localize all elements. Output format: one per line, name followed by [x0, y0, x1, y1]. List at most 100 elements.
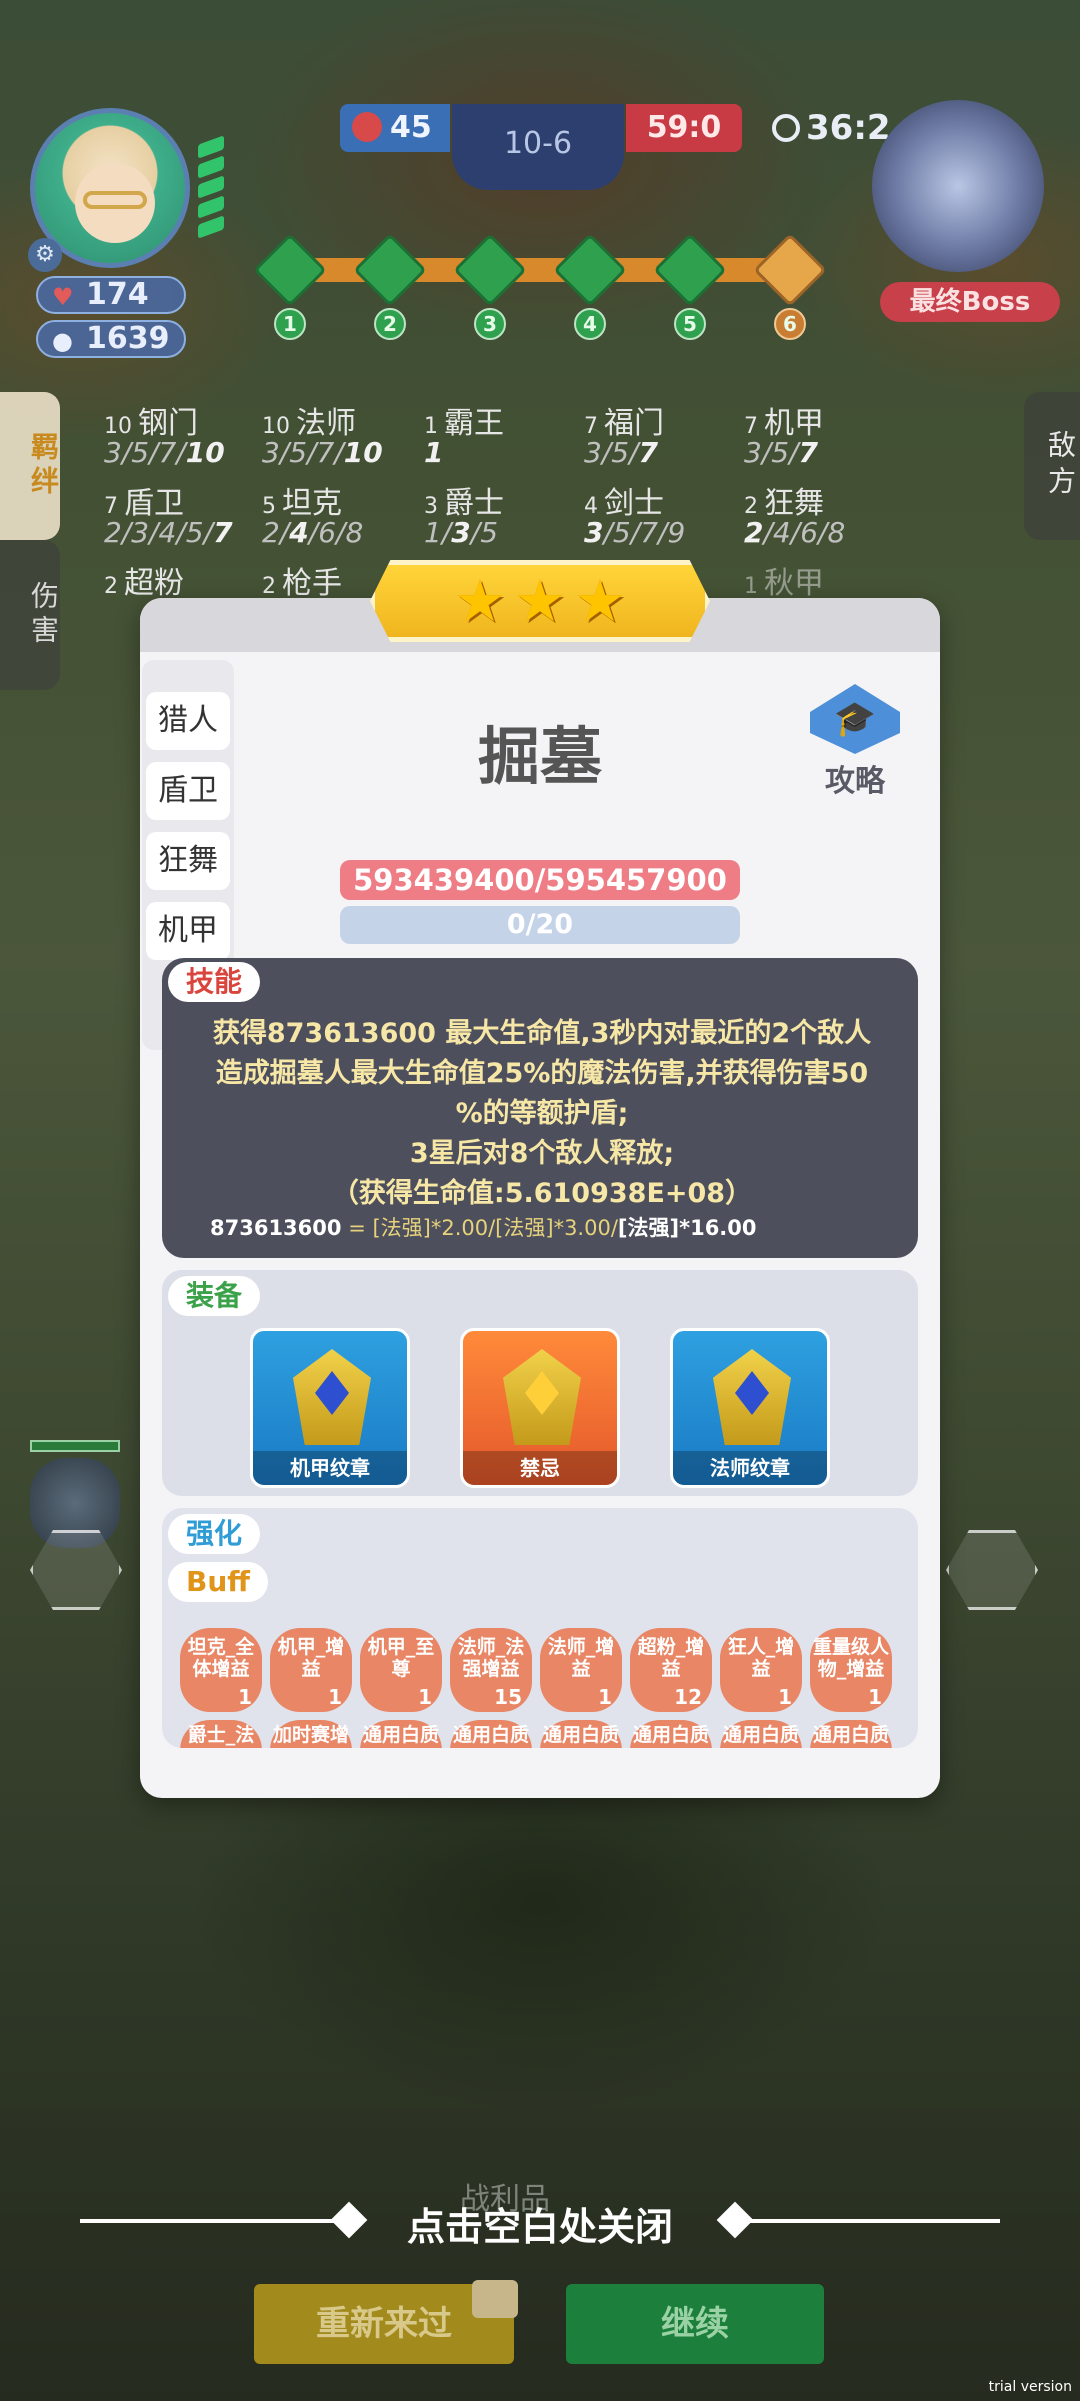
equipment-slot[interactable]: 禁忌: [460, 1328, 620, 1488]
class-tab-dancer[interactable]: 狂舞: [146, 832, 230, 890]
equipment-section-label: 装备: [168, 1276, 261, 1316]
unit-hp-bar: [30, 1440, 120, 1452]
guide-button[interactable]: 🎓 攻略: [800, 684, 910, 799]
stage-number: 5: [674, 308, 706, 340]
synergy-item[interactable]: 2 超粉: [104, 558, 184, 602]
synergy-item[interactable]: 7 盾卫 2/3/4/5/7: [104, 478, 233, 549]
heart-icon: ♥: [52, 283, 74, 311]
buff-chip[interactable]: 法师_增益 1: [540, 1628, 622, 1712]
synergy-item[interactable]: 1 秋甲: [744, 558, 824, 602]
class-tab-guard[interactable]: 盾卫: [146, 762, 230, 820]
hero-name: 掘墓: [477, 720, 602, 793]
skill-line: 获得873613600 最大生命值,3秒内对最近的2个敌人: [212, 1018, 872, 1049]
buff-chip[interactable]: 加时赛增: [270, 1720, 352, 1748]
emblem-icon: [293, 1349, 371, 1445]
stage-number: 2: [374, 308, 406, 340]
watermark: trial version: [988, 2379, 1072, 2395]
enhance-section-label: 强化: [168, 1514, 261, 1554]
hero-hp-bar: 593439400/595457900: [340, 860, 740, 900]
boss-avatar[interactable]: [872, 100, 1044, 272]
buff-chip[interactable]: 通用白质: [450, 1720, 532, 1748]
class-tab-hunter[interactable]: 猎人: [146, 692, 230, 750]
synergy-item[interactable]: 1 霸王 1: [424, 398, 504, 469]
red-score-value: 45: [390, 110, 432, 145]
skill-line: 造成掘墓人最大生命值25%的魔法伤害,并获得伤害50: [215, 1058, 869, 1089]
synergy-item[interactable]: 3 爵士 1/3/5: [424, 478, 504, 549]
class-tab-mech[interactable]: 机甲: [146, 902, 230, 960]
close-hint[interactable]: 点击空白处关闭: [0, 2196, 1080, 2251]
equipment-panel: 装备 机甲纹章 禁忌 法师纹章: [162, 1270, 918, 1496]
star-rating-banner: ★ ★ ★: [370, 560, 710, 642]
red-score: 45: [340, 104, 450, 152]
player-hp-pill: ♥ 174: [36, 276, 186, 314]
buff-chip[interactable]: 爵士_法: [180, 1720, 262, 1748]
buff-chip[interactable]: 狂人_增益 1: [720, 1628, 802, 1712]
stage-number: 1: [274, 308, 306, 340]
star-icon: ★: [514, 567, 566, 635]
buff-chip[interactable]: 通用白质: [630, 1720, 712, 1748]
continue-button[interactable]: 继续: [566, 2284, 824, 2364]
timer-value: 36:2: [806, 108, 891, 148]
skill-line: （获得生命值:5.610938E+08）: [331, 1178, 753, 1209]
avatar-glasses: [83, 191, 147, 209]
shield-icon: [352, 112, 382, 142]
coin-icon: ●: [52, 327, 73, 355]
synergy-item[interactable]: 5 坦克 2/4/6/8: [262, 478, 363, 549]
match-timer: 36:2: [772, 108, 891, 148]
blue-score: 59:0: [626, 104, 742, 152]
skill-line: %的等额护盾;: [455, 1098, 629, 1129]
equipment-slot[interactable]: 机甲纹章: [250, 1328, 410, 1488]
buff-chip[interactable]: 通用白质: [360, 1720, 442, 1748]
retry-label: 重新来过: [316, 2304, 452, 2344]
crystal-icon: [503, 1349, 581, 1445]
enhance-panel[interactable]: 强化 Buff 坦克_全体增益 1 机甲_增益 1 机甲_至尊 1 法师_法强增益 15…: [162, 1508, 918, 1748]
equipment-name: 禁忌: [463, 1451, 617, 1485]
star-icon: ★: [574, 567, 626, 635]
gear-icon[interactable]: ⚙: [28, 238, 62, 272]
player-hp-value: 174: [86, 277, 149, 312]
buff-section-label: Buff: [168, 1562, 268, 1602]
retry-button[interactable]: 重新来过: [254, 2280, 518, 2364]
guide-label: 攻略: [825, 764, 885, 799]
buff-chip[interactable]: 机甲_至尊 1: [360, 1628, 442, 1712]
player-coin-value: 1639: [86, 321, 170, 356]
emblem-icon: [713, 1349, 791, 1445]
skill-description: 获得873613600 最大生命值,3秒内对最近的2个敌人 造成掘墓人最大生命值…: [192, 1014, 892, 1214]
stage-number: 3: [474, 308, 506, 340]
equipment-name: 法师纹章: [673, 1451, 827, 1485]
skill-line: 3星后对8个敌人释放;: [409, 1138, 675, 1169]
equipment-name: 机甲纹章: [253, 1451, 407, 1485]
player-energy-bars: [198, 135, 224, 270]
skill-section-label: 技能: [168, 962, 261, 1002]
stage-number: 4: [574, 308, 606, 340]
tab-enemy[interactable]: 敌方: [1024, 392, 1080, 540]
synergy-item[interactable]: 4 剑士 3/5/7/9: [584, 478, 685, 549]
tab-bond[interactable]: 羁绊: [0, 392, 60, 540]
buff-chip[interactable]: 通用白质: [810, 1720, 892, 1748]
player-coin-pill: ● 1639: [36, 320, 186, 358]
synergy-item[interactable]: 7 福门 3/5/7: [584, 398, 664, 469]
buff-chip[interactable]: 超粉_增益 12: [630, 1628, 712, 1712]
clock-icon: [772, 114, 800, 142]
buff-chip[interactable]: 通用白质: [540, 1720, 622, 1748]
boss-label: 最终Boss: [880, 282, 1060, 322]
synergy-item[interactable]: 2 狂舞 2/4/6/8: [744, 478, 845, 549]
synergy-item[interactable]: 10 法师 3/5/7/10: [262, 398, 383, 469]
skill-formula: 873613600 = [法强]*2.00/[法强]*3.00/[法强]*16.…: [210, 1216, 757, 1240]
skill-panel: 技能 获得873613600 最大生命值,3秒内对最近的2个敌人 造成掘墓人最大…: [162, 958, 918, 1258]
synergy-item[interactable]: 7 机甲 3/5/7: [744, 398, 824, 469]
tab-damage[interactable]: 伤害: [0, 540, 60, 690]
synergy-item[interactable]: 10 钢门 3/5/7/10: [104, 398, 225, 469]
buff-chip[interactable]: 重量级人物_增益 1: [810, 1628, 892, 1712]
stage-number: 6: [774, 308, 806, 340]
synergy-item[interactable]: 2 枪手: [262, 558, 342, 602]
equipment-slot[interactable]: 法师纹章: [670, 1328, 830, 1488]
buff-chip[interactable]: 法师_法强增益 15: [450, 1628, 532, 1712]
video-icon: [472, 2280, 518, 2318]
round-indicator: 10-6: [452, 104, 624, 190]
hero-xp-bar: 0/20: [340, 906, 740, 944]
buff-chip[interactable]: 通用白质: [720, 1720, 802, 1748]
star-icon: ★: [454, 567, 506, 635]
buff-chip[interactable]: 坦克_全体增益 1: [180, 1628, 262, 1712]
buff-chip[interactable]: 机甲_增益 1: [270, 1628, 352, 1712]
